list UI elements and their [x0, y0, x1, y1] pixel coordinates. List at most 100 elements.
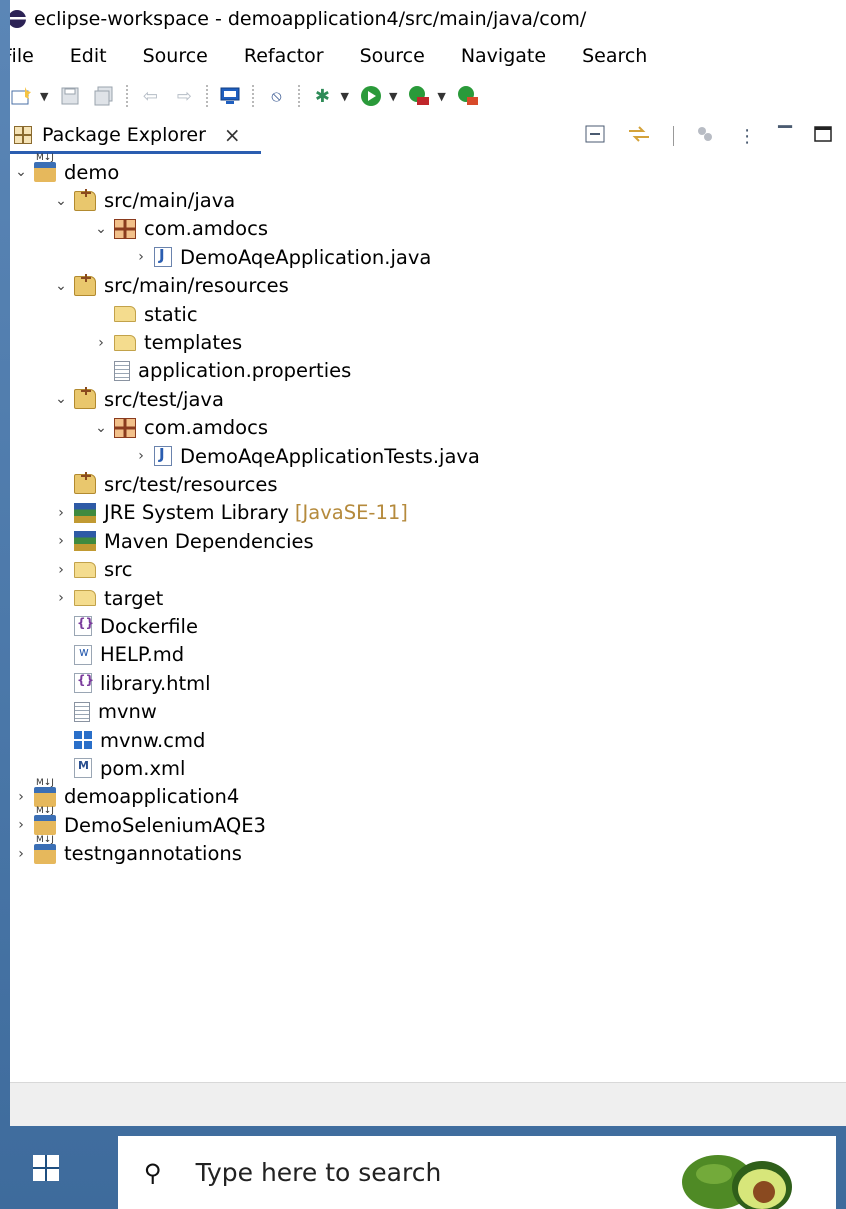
new-wizard-icon[interactable]: [10, 85, 34, 107]
package-explorer-header: Package Explorer × ⋮ ▔: [10, 118, 846, 154]
tree-item-static[interactable]: static: [10, 300, 846, 328]
collapsed-chevron-icon[interactable]: ›: [52, 562, 70, 578]
tree-item-src-main-resources[interactable]: ⌄ src/main/resources: [10, 272, 846, 300]
tree-item-src-test-java[interactable]: ⌄ src/test/java: [10, 385, 846, 413]
tree-item-label: pom.xml: [100, 756, 186, 780]
menu-source-2[interactable]: Source: [360, 45, 425, 67]
expanded-chevron-icon[interactable]: ⌄: [12, 164, 30, 180]
tree-item-demoapplication4[interactable]: › demoapplication4: [10, 778, 846, 811]
w-icon: [74, 644, 92, 665]
tree-item-mvnw[interactable]: mvnw: [10, 697, 846, 725]
lib-icon: [74, 531, 96, 552]
srcfolder-icon: [74, 273, 96, 296]
save-all-icon[interactable]: [92, 85, 116, 107]
toolbar-separator: [673, 126, 675, 146]
coverage-dropdown-icon[interactable]: ▼: [437, 90, 445, 103]
tree-item-application-properties[interactable]: application.properties: [10, 357, 846, 385]
expanded-chevron-icon[interactable]: ⌄: [52, 193, 70, 209]
collapsed-chevron-icon[interactable]: ›: [12, 789, 30, 805]
title-bar: eclipse-workspace - demoapplication4/src…: [10, 0, 846, 38]
filters-icon[interactable]: [696, 125, 716, 148]
toolbar-separator: [206, 85, 209, 107]
expanded-chevron-icon[interactable]: ⌄: [52, 278, 70, 294]
tree-item-library-html[interactable]: library.html: [10, 669, 846, 697]
menu-source[interactable]: Source: [143, 45, 208, 67]
tree-item-label: com.amdocs: [144, 217, 268, 241]
run-icon[interactable]: [359, 85, 383, 107]
collapsed-chevron-icon[interactable]: ›: [132, 448, 150, 464]
brace-icon: [74, 616, 94, 637]
start-button[interactable]: [22, 1144, 70, 1192]
menu-search[interactable]: Search: [582, 45, 647, 67]
srcfolder-icon: [74, 188, 96, 211]
tree-item-mvnw-cmd[interactable]: mvnw.cmd: [10, 726, 846, 754]
search-icon: ⚲: [144, 1158, 162, 1187]
tree-item-demoaqeapplicationtests-java[interactable]: › DemoAqeApplicationTests.java: [10, 442, 846, 470]
tree-item-help-md[interactable]: HELP.md: [10, 641, 846, 669]
window-title: eclipse-workspace - demoapplication4/src…: [34, 8, 587, 30]
expanded-chevron-icon[interactable]: ⌄: [52, 391, 70, 407]
link-with-editor-icon[interactable]: [627, 125, 651, 148]
debug-icon[interactable]: ✱: [310, 85, 334, 107]
tree-item-demoseleniumaqe3[interactable]: › DemoSeleniumAQE3: [10, 806, 846, 839]
tree-item-templates[interactable]: › templates: [10, 328, 846, 356]
tree-item-src-test-resources[interactable]: src/test/resources: [10, 470, 846, 498]
collapsed-chevron-icon[interactable]: ›: [52, 533, 70, 549]
collapse-all-icon[interactable]: [585, 125, 605, 148]
tree-item-maven-dependencies[interactable]: › Maven Dependencies: [10, 527, 846, 555]
view-menu-icon[interactable]: ⋮: [738, 126, 756, 147]
tree-item-demo[interactable]: ⌄ demo: [10, 153, 846, 186]
tree-item-label: Dockerfile: [100, 614, 198, 638]
tree-item-label: Maven Dependencies: [104, 529, 314, 553]
minimize-icon[interactable]: ▔: [778, 126, 792, 147]
tree-item-com-amdocs-test[interactable]: ⌄ com.amdocs: [10, 414, 846, 442]
menu-refactor[interactable]: Refactor: [244, 45, 324, 67]
tree-item-label: demoapplication4: [64, 785, 240, 809]
toolbar-separator: [252, 85, 255, 107]
run-coverage-icon[interactable]: [407, 85, 431, 107]
debug-dropdown-icon[interactable]: ▼: [340, 90, 348, 103]
menu-navigate[interactable]: Navigate: [461, 45, 546, 67]
eclipse-window: eclipse-workspace - demoapplication4/src…: [10, 0, 846, 1126]
tree-item-label: library.html: [100, 671, 211, 695]
expanded-chevron-icon[interactable]: ⌄: [92, 420, 110, 436]
search-placeholder: Type here to search: [195, 1158, 442, 1187]
menu-file[interactable]: File: [10, 45, 34, 67]
tree-item-com-amdocs[interactable]: ⌄ com.amdocs: [10, 215, 846, 243]
collapsed-chevron-icon[interactable]: ›: [52, 590, 70, 606]
collapsed-chevron-icon[interactable]: ›: [52, 505, 70, 521]
collapsed-chevron-icon[interactable]: ›: [132, 249, 150, 265]
skip-breakpoints-icon[interactable]: ⦸: [264, 85, 288, 107]
tree-item-jre-system-library[interactable]: › JRE System Library [JavaSE-11]: [10, 499, 846, 527]
undo-icon[interactable]: ⇦: [138, 85, 162, 107]
collapsed-chevron-icon[interactable]: ›: [12, 817, 30, 833]
tree-item-src[interactable]: › src: [10, 555, 846, 583]
expanded-chevron-icon[interactable]: ⌄: [92, 221, 110, 237]
tree-item-label: src/test/java: [104, 387, 224, 411]
maximize-icon[interactable]: [814, 125, 832, 147]
tree-item-target[interactable]: › target: [10, 584, 846, 612]
tree-item-dockerfile[interactable]: Dockerfile: [10, 612, 846, 640]
tree-item-label: src: [104, 558, 133, 582]
tab-package-explorer[interactable]: Package Explorer ×: [10, 118, 261, 154]
main-toolbar: ▼ ⇦ ⇨ ⦸ ✱ ▼ ▼ ▼: [10, 74, 846, 118]
external-tools-icon[interactable]: [456, 85, 480, 107]
run-dropdown-icon[interactable]: ▼: [389, 90, 397, 103]
close-icon[interactable]: ×: [224, 123, 241, 147]
menu-edit[interactable]: Edit: [70, 45, 107, 67]
console-icon[interactable]: [218, 85, 242, 107]
new-dropdown-icon[interactable]: ▼: [40, 90, 48, 103]
avocado-illustration-icon: [682, 1155, 792, 1209]
tree-item-demoaqeapplication-java[interactable]: › DemoAqeApplication.java: [10, 243, 846, 271]
tab-label: Package Explorer: [42, 123, 206, 146]
save-icon[interactable]: [58, 85, 82, 107]
tree-item-src-main-java[interactable]: ⌄ src/main/java: [10, 186, 846, 214]
collapsed-chevron-icon[interactable]: ›: [12, 846, 30, 862]
tree-item-label: DemoAqeApplication.java: [180, 245, 432, 269]
brace-icon: [74, 673, 94, 694]
tree-item-pom-xml[interactable]: pom.xml: [10, 754, 846, 782]
tree-item-label: HELP.md: [100, 643, 185, 667]
tree-item-testngannotations[interactable]: › testngannotations: [10, 835, 846, 867]
redo-icon[interactable]: ⇨: [172, 85, 196, 107]
collapsed-chevron-icon[interactable]: ›: [92, 335, 110, 351]
